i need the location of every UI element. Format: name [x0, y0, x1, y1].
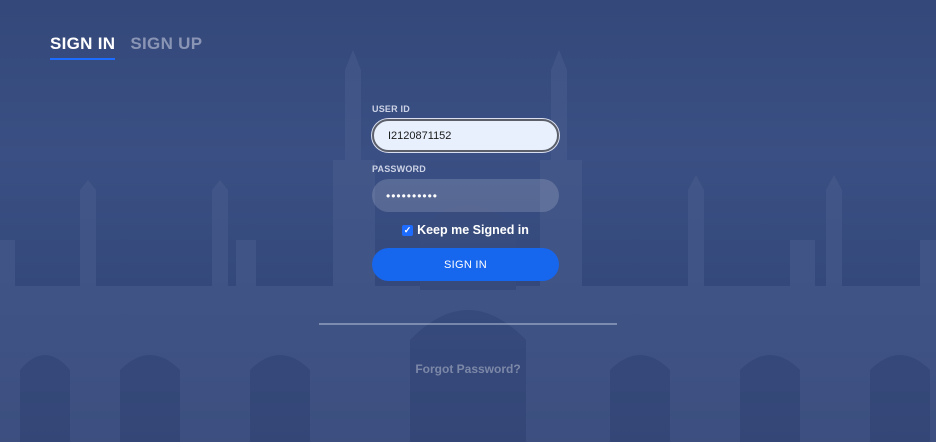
divider — [319, 323, 617, 325]
user-id-input[interactable] — [372, 119, 559, 152]
sign-in-button[interactable]: SIGN IN — [372, 248, 559, 281]
tab-sign-in[interactable]: SIGN IN — [50, 34, 116, 60]
password-label: PASSWORD — [372, 164, 426, 174]
checkmark-icon[interactable]: ✓ — [402, 224, 414, 236]
user-id-group: USER ID — [372, 104, 559, 152]
keep-signed-in[interactable]: ✓ Keep me Signed in — [372, 223, 559, 237]
sign-in-form: USER ID PASSWORD ✓ Keep me Signed in SIG… — [372, 104, 559, 281]
tab-sign-up[interactable]: SIGN UP — [130, 34, 202, 60]
forgot-password-link[interactable]: Forgot Password? — [0, 362, 936, 376]
user-id-label: USER ID — [372, 104, 410, 114]
auth-tabs: SIGN IN SIGN UP — [50, 34, 202, 60]
password-group: PASSWORD — [372, 164, 559, 212]
keep-signed-in-label[interactable]: Keep me Signed in — [417, 223, 529, 237]
password-input[interactable] — [372, 179, 559, 212]
